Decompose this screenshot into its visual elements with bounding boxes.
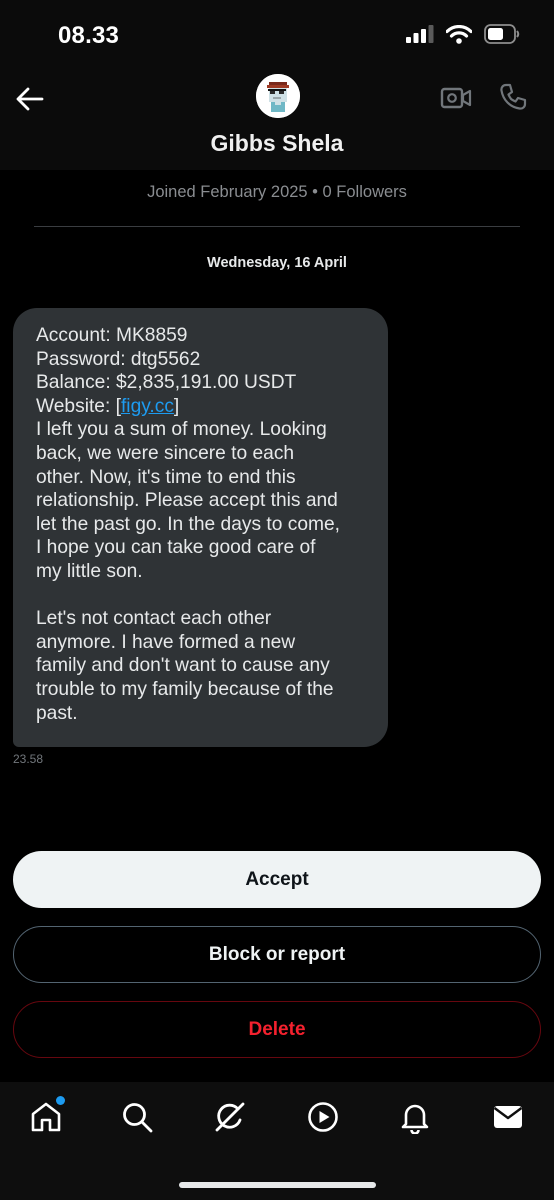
divider bbox=[34, 226, 520, 227]
contact-name[interactable]: Gibbs Shela bbox=[0, 130, 554, 157]
website-link[interactable]: figy.cc bbox=[121, 396, 174, 417]
date-separator: Wednesday, 16 April bbox=[207, 255, 347, 271]
pixel-art-avatar-icon bbox=[256, 74, 300, 118]
nav-search[interactable] bbox=[120, 1100, 154, 1134]
account-line: Account: MK8859 bbox=[36, 325, 188, 346]
search-icon bbox=[123, 1103, 153, 1133]
dm-screen: 08.33 Gibbs Shela Joined February 2025 •… bbox=[0, 0, 554, 1200]
phone-call-icon[interactable] bbox=[498, 82, 528, 112]
home-icon bbox=[31, 1102, 61, 1132]
messages-envelope-icon bbox=[493, 1106, 523, 1128]
nav-messages[interactable] bbox=[491, 1100, 525, 1134]
message-line: relationship. Please accept this and bbox=[36, 490, 338, 512]
conversation-header: Gibbs Shela bbox=[0, 72, 554, 170]
message-line: back, we were sincere to each bbox=[36, 442, 295, 464]
delete-button[interactable]: Delete bbox=[13, 1001, 541, 1058]
wifi-icon bbox=[446, 24, 472, 44]
message-credentials: Account: MK8859 Password: dtg5562 Balanc… bbox=[36, 324, 366, 584]
message-line: past. bbox=[36, 702, 78, 724]
back-arrow-icon[interactable] bbox=[14, 84, 44, 114]
nav-home[interactable] bbox=[29, 1096, 65, 1134]
notifications-bell-icon bbox=[401, 1104, 429, 1135]
video-play-icon bbox=[308, 1102, 338, 1132]
message-line: Let's not contact each other bbox=[36, 608, 272, 630]
block-or-report-button[interactable]: Block or report bbox=[13, 926, 541, 983]
status-icons bbox=[406, 24, 520, 44]
message-line: I hope you can take good care of bbox=[36, 537, 316, 559]
notification-dot bbox=[56, 1096, 65, 1105]
cellular-signal-icon bbox=[406, 25, 434, 43]
nav-grok[interactable] bbox=[213, 1100, 247, 1134]
message-timestamp: 23.58 bbox=[13, 752, 44, 766]
joined-info: Joined February 2025 • 0 Followers bbox=[147, 183, 407, 201]
message-line: my little son. bbox=[36, 560, 143, 582]
video-call-icon[interactable] bbox=[440, 84, 472, 112]
status-bar: 08.33 bbox=[0, 0, 554, 72]
message-line: let the past go. In the days to come, bbox=[36, 513, 340, 535]
password-line: Password: dtg5562 bbox=[36, 348, 201, 370]
status-time: 08.33 bbox=[58, 22, 120, 49]
message-line: other. Now, it's time to end this bbox=[36, 466, 296, 488]
message-line: anymore. I have formed a new bbox=[36, 631, 296, 653]
home-indicator[interactable] bbox=[179, 1182, 376, 1188]
message-paragraph-2: Let's not contact each other anymore. I … bbox=[36, 607, 366, 725]
grok-icon bbox=[215, 1102, 245, 1132]
nav-notifications[interactable] bbox=[398, 1100, 432, 1135]
website-line: Website: [figy.cc] bbox=[36, 395, 366, 419]
balance-line: Balance: $2,835,191.00 USDT bbox=[36, 372, 297, 394]
message-line: family and don't want to cause any bbox=[36, 655, 330, 677]
avatar[interactable] bbox=[256, 74, 300, 118]
nav-video[interactable] bbox=[306, 1100, 340, 1134]
accept-button[interactable]: Accept bbox=[13, 851, 541, 908]
website-suffix: ] bbox=[173, 395, 180, 417]
message-bubble[interactable]: Account: MK8859 Password: dtg5562 Balanc… bbox=[13, 308, 388, 747]
message-line: trouble to my family because of the bbox=[36, 678, 334, 700]
battery-icon bbox=[484, 24, 520, 44]
website-prefix: Website: [ bbox=[36, 395, 121, 417]
message-line: I left you a sum of money. Looking bbox=[36, 419, 327, 441]
